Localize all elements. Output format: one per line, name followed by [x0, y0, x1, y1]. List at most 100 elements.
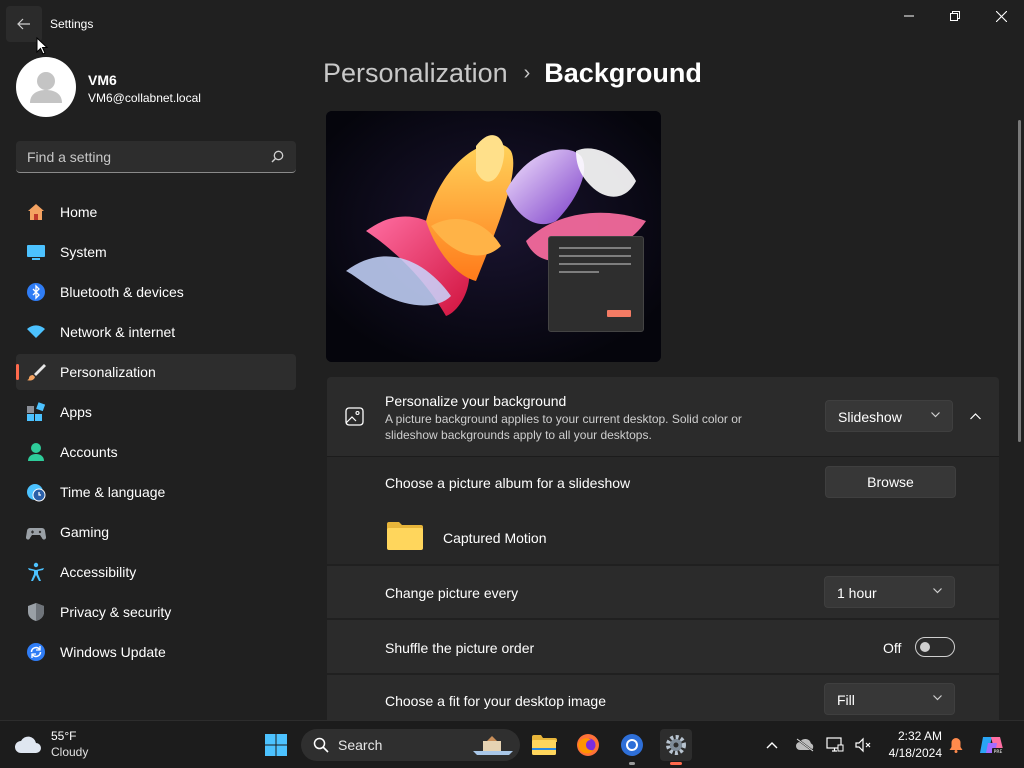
album-folder-name: Captured Motion	[443, 530, 547, 546]
settings-app-button[interactable]	[660, 729, 692, 765]
scrollbar[interactable]	[1018, 120, 1021, 442]
personalize-background-card: Personalize your background A picture ba…	[327, 377, 999, 456]
copilot-icon: PRE	[980, 737, 1004, 755]
active-app-indicator	[670, 762, 682, 765]
sidebar-nav: Home System Bluetooth & devices Network …	[16, 194, 296, 674]
cloud-offline-icon	[796, 738, 814, 752]
file-explorer-button[interactable]	[528, 729, 560, 761]
sidebar-item-network[interactable]: Network & internet	[16, 314, 296, 350]
shield-icon	[28, 603, 44, 621]
taskbar-clock[interactable]: 2:32 AM 4/18/2024	[880, 729, 942, 760]
cloud-icon	[15, 736, 41, 753]
settings-search-input[interactable]: Find a setting	[16, 141, 296, 173]
onedrive-tray-button[interactable]	[790, 729, 820, 761]
page-title: Background	[544, 58, 702, 88]
folder-icon	[387, 522, 423, 550]
bell-icon	[949, 738, 963, 753]
clock-globe-icon	[27, 484, 46, 502]
sidebar-item-accessibility[interactable]: Accessibility	[16, 554, 296, 590]
bluetooth-icon	[27, 283, 45, 301]
search-icon	[271, 150, 284, 163]
chrome-icon	[621, 734, 643, 756]
paintbrush-icon	[27, 364, 46, 381]
background-type-value: Slideshow	[838, 409, 902, 425]
sidebar-item-bluetooth[interactable]: Bluetooth & devices	[16, 274, 296, 310]
sidebar-item-label: Network & internet	[60, 324, 176, 340]
album-section: Choose a picture album for a slideshow B…	[327, 456, 999, 564]
copilot-button[interactable]: PRE	[976, 729, 1008, 761]
network-tray-button[interactable]	[820, 729, 850, 761]
network-display-icon	[826, 737, 844, 752]
sidebar-item-label: Privacy & security	[60, 604, 172, 620]
sidebar-item-label: System	[60, 244, 107, 260]
sidebar-item-privacy[interactable]: Privacy & security	[16, 594, 296, 630]
chrome-button[interactable]	[616, 729, 648, 765]
breadcrumb: Personalization › Background	[323, 58, 702, 89]
fit-dropdown[interactable]: Fill	[824, 683, 955, 715]
firefox-button[interactable]	[572, 729, 604, 761]
taskbar: 55°F Cloudy Search 2:32 AM 4/18/2024 PRE	[0, 720, 1024, 768]
breadcrumb-parent[interactable]: Personalization	[323, 58, 508, 89]
sidebar-item-label: Bluetooth & devices	[60, 284, 184, 300]
speaker-muted-icon	[855, 737, 871, 753]
taskbar-search[interactable]: Search	[301, 729, 520, 761]
search-placeholder: Find a setting	[27, 149, 112, 165]
interval-dropdown[interactable]: 1 hour	[824, 576, 955, 608]
sidebar-item-accounts[interactable]: Accounts	[16, 434, 296, 470]
sidebar-item-apps[interactable]: Apps	[16, 394, 296, 430]
notifications-button[interactable]	[944, 729, 968, 761]
svg-text:PRE: PRE	[994, 749, 1003, 755]
collapse-button[interactable]	[963, 401, 987, 431]
chevron-down-icon	[933, 695, 942, 701]
background-description: A picture background applies to your cur…	[385, 412, 742, 442]
fit-row: Choose a fit for your desktop image Fill	[327, 675, 999, 720]
background-settings-panel: Personalize your background A picture ba…	[327, 377, 999, 720]
home-icon	[28, 204, 44, 220]
sidebar-item-label: Apps	[60, 404, 92, 420]
minimize-button[interactable]	[886, 0, 932, 32]
back-arrow-icon	[17, 18, 30, 30]
sidebar-item-windows-update[interactable]: Windows Update	[16, 634, 296, 670]
taskbar-search-label: Search	[338, 737, 383, 753]
clock-time: 2:32 AM	[897, 729, 942, 743]
sidebar-item-time-language[interactable]: Time & language	[16, 474, 296, 510]
search-icon	[313, 737, 329, 753]
app-title: Settings	[50, 17, 94, 31]
sidebar-item-system[interactable]: System	[16, 234, 296, 270]
weather-temperature: 55°F	[51, 729, 77, 743]
browse-button[interactable]: Browse	[825, 466, 956, 498]
close-button[interactable]	[978, 0, 1024, 32]
windows-logo-icon	[265, 734, 287, 756]
restore-icon	[950, 11, 960, 21]
preview-window-mock	[548, 236, 644, 332]
sidebar-item-gaming[interactable]: Gaming	[16, 514, 296, 550]
start-button[interactable]	[260, 729, 292, 761]
update-icon	[27, 643, 45, 661]
avatar	[16, 57, 76, 117]
change-picture-row: Change picture every 1 hour	[327, 566, 999, 618]
apps-icon	[27, 402, 46, 421]
breadcrumb-separator: ›	[523, 62, 531, 84]
minimize-icon	[904, 15, 914, 17]
background-type-dropdown[interactable]: Slideshow	[825, 400, 953, 432]
shuffle-state-label: Off	[883, 640, 902, 656]
restore-button[interactable]	[932, 0, 978, 32]
sidebar-item-label: Home	[60, 204, 98, 220]
album-title: Choose a picture album for a slideshow	[385, 475, 631, 491]
shuffle-toggle[interactable]	[915, 637, 955, 657]
sidebar-item-personalization[interactable]: Personalization	[16, 354, 296, 390]
weather-condition: Cloudy	[51, 745, 89, 759]
sidebar-item-home[interactable]: Home	[16, 194, 296, 230]
title-bar: Settings	[0, 0, 1024, 48]
fit-value: Fill	[837, 692, 855, 708]
user-email: VM6@collabnet.local	[88, 91, 201, 105]
image-icon	[345, 407, 364, 426]
firefox-icon	[577, 734, 599, 756]
show-hidden-icons-button[interactable]	[757, 729, 787, 761]
sidebar-item-label: Windows Update	[60, 644, 166, 660]
wifi-icon	[27, 325, 45, 338]
accounts-icon	[28, 443, 44, 461]
volume-tray-button[interactable]	[848, 729, 878, 761]
chevron-up-icon	[969, 412, 981, 419]
toggle-knob	[920, 642, 930, 652]
